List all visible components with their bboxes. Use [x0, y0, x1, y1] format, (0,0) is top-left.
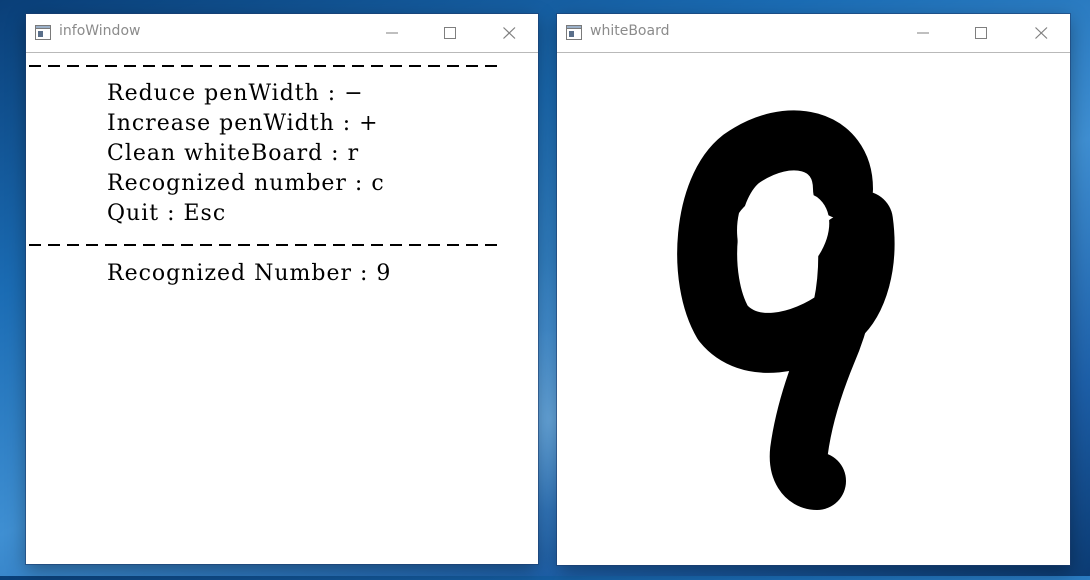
info-line-quit: Quit : Esc [107, 201, 227, 226]
minimize-button[interactable] [899, 20, 945, 46]
handwritten-digit-9 [677, 110, 895, 510]
info-line-clean: Clean whiteBoard : r [107, 141, 360, 166]
close-icon [503, 27, 516, 39]
whiteboard-window: whiteBoard [557, 14, 1070, 565]
info-line-reduce: Reduce penWidth : − [107, 81, 364, 106]
drawing-canvas[interactable] [557, 53, 1070, 565]
close-button[interactable] [1017, 20, 1063, 46]
separator-top [29, 65, 499, 67]
minimize-icon [386, 32, 398, 34]
app-window-icon [35, 25, 51, 40]
maximize-button[interactable] [957, 20, 1003, 46]
app-window-icon [566, 25, 582, 40]
info-window: infoWindow Reduce penWidth : − Increase … [26, 14, 538, 564]
maximize-icon [444, 27, 456, 39]
maximize-icon [975, 27, 987, 39]
close-button[interactable] [485, 20, 531, 46]
recognized-number-result: Recognized Number : 9 [107, 261, 392, 286]
window-title: whiteBoard [590, 23, 670, 39]
maximize-button[interactable] [426, 20, 472, 46]
minimize-button[interactable] [368, 20, 414, 46]
info-line-increase: Increase penWidth : + [107, 111, 379, 136]
minimize-icon [917, 32, 929, 34]
info-window-titlebar[interactable]: infoWindow [26, 14, 538, 53]
info-window-content: Reduce penWidth : − Increase penWidth : … [26, 53, 538, 564]
whiteboard-titlebar[interactable]: whiteBoard [557, 14, 1070, 53]
close-icon [1035, 27, 1048, 39]
window-title: infoWindow [59, 23, 141, 39]
separator-bottom [29, 244, 499, 246]
info-line-recognize: Recognized number : c [107, 171, 385, 196]
